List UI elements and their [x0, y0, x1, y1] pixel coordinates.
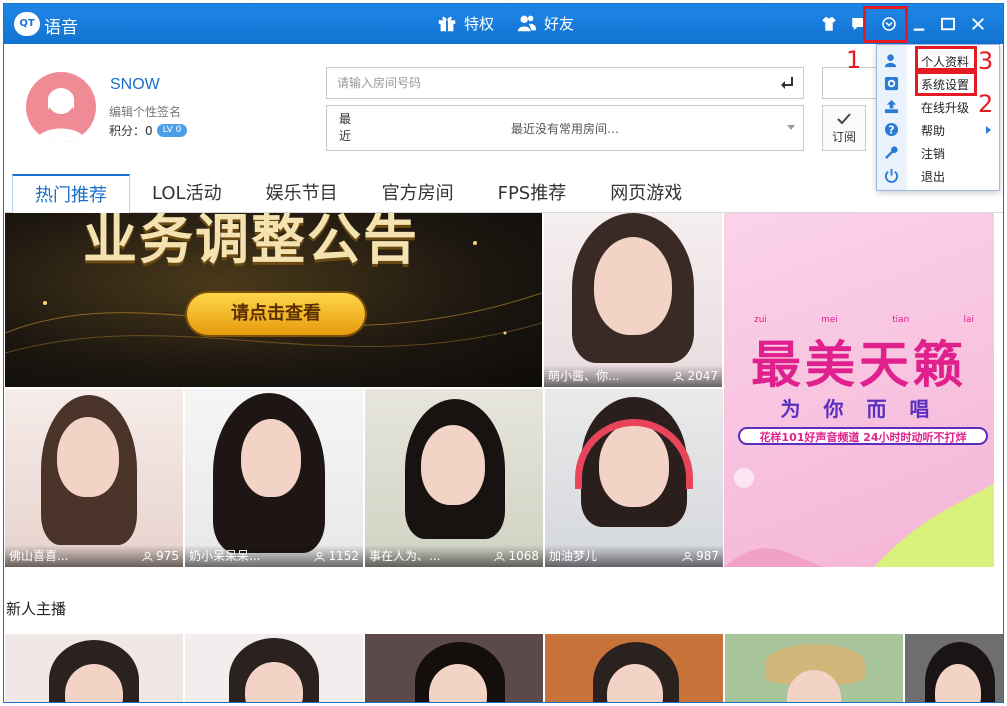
privilege-label: 特权 [464, 14, 495, 33]
viewer-count: 975 [142, 545, 179, 567]
menu-item-help[interactable]: ? 帮助 [877, 118, 999, 141]
menu-item-label: 退出 [921, 170, 946, 184]
viewer-count: 2047 [673, 365, 718, 387]
tab-lol[interactable]: LOL活动 [130, 174, 244, 214]
room-number-input[interactable] [327, 68, 757, 98]
person-icon [682, 551, 693, 561]
level-badge: LV 0 [156, 124, 188, 137]
anchor-tile[interactable] [545, 634, 723, 702]
anchor-tile[interactable] [5, 634, 183, 702]
room-tile[interactable]: 加油梦儿 987 [545, 389, 723, 567]
tile-caption: 加油梦儿 987 [545, 545, 723, 567]
svg-text:?: ? [889, 124, 895, 136]
app-window: QT 语音 特权 好友 SNOW 编辑个性签名 积分：0 LV 0 请输入房间号… [3, 3, 1004, 703]
tile-photo-face [421, 425, 485, 505]
tile-name: 奶小呆呆呆... [189, 549, 261, 563]
menu-item-label: 帮助 [921, 124, 946, 138]
tile-name: 加油梦儿 [549, 549, 598, 563]
person-icon [142, 551, 153, 561]
anchor-tile[interactable] [185, 634, 363, 702]
menu-item-label: 在线升级 [921, 101, 970, 115]
person-icon [314, 551, 325, 561]
upload-icon [884, 99, 899, 114]
room-tile[interactable]: 事在人为、... 1068 [365, 389, 543, 567]
tab-fps[interactable]: FPS推荐 [476, 174, 589, 214]
minimize-icon[interactable] [909, 14, 929, 34]
annotation-number-1: 1 [846, 46, 862, 74]
anchor-tile[interactable] [725, 634, 903, 702]
new-anchors-title: 新人主播 [6, 600, 67, 618]
viewer-count: 987 [682, 545, 719, 567]
tile-caption: 奶小呆呆呆... 1152 [185, 545, 363, 567]
username[interactable]: SNOW [110, 76, 160, 94]
score-row: 积分：0 LV 0 [109, 122, 188, 139]
friends-label: 好友 [544, 14, 575, 33]
gift-icon [438, 16, 456, 32]
tile-name: 佛山喜喜... [9, 549, 69, 563]
promo-tile[interactable]: zui mei tian lai 最美天籁 为 你 而 唱 花样101好声音频道 24… [724, 213, 994, 567]
menu-item-label: 注销 [921, 147, 946, 161]
tab-official[interactable]: 官方房间 [360, 174, 476, 214]
viewer-count: 1152 [314, 545, 359, 567]
friends-button[interactable]: 好友 [516, 12, 574, 34]
score-label: 积分：0 [109, 124, 153, 138]
tab-webgame[interactable]: 网页游戏 [588, 174, 704, 214]
menu-item-logout[interactable]: 注销 [877, 141, 999, 164]
recent-rooms-dropdown[interactable]: 最近 最近没有常用房间… [326, 105, 804, 151]
help-icon: ? [884, 122, 899, 136]
announcement-banner[interactable]: 业务调整公告 请点击查看 [5, 213, 542, 387]
tile-caption: 事在人为、... 1068 [365, 545, 543, 567]
signature-edit[interactable]: 编辑个性签名 [109, 103, 181, 120]
skin-icon[interactable] [819, 14, 839, 34]
promo-decoration [724, 468, 994, 567]
anchor-tile[interactable] [365, 634, 543, 702]
recent-rooms-text: 最近没有常用房间… [510, 122, 619, 136]
tile-caption: 萌小酱、你... 2047 [544, 365, 722, 387]
room-tile[interactable]: 萌小酱、你... 2047 [544, 213, 722, 387]
subscribe-button[interactable]: 订阅 [822, 105, 866, 151]
tile-name: 事在人为、... [369, 549, 441, 563]
room-tile[interactable]: 奶小呆呆呆... 1152 [185, 389, 363, 567]
annotation-number-3: 3 [978, 47, 994, 75]
enter-icon[interactable] [779, 75, 795, 91]
gear-icon [884, 76, 899, 91]
room-number-field[interactable] [326, 67, 804, 99]
user-icon [884, 54, 897, 68]
tile-photo-face [594, 237, 672, 335]
avatar[interactable] [26, 72, 96, 142]
friends-icon [517, 15, 537, 32]
maximize-icon[interactable] [938, 14, 958, 34]
tab-entertainment[interactable]: 娱乐节目 [244, 174, 360, 214]
menu-item-exit[interactable]: 退出 [877, 164, 999, 187]
tile-photo-face [241, 419, 301, 497]
chevron-right-icon [986, 126, 991, 134]
anchor-tile[interactable] [905, 634, 1003, 702]
viewer-count: 1068 [494, 545, 539, 567]
app-logo: QT [14, 12, 40, 36]
privilege-button[interactable]: 特权 [436, 12, 494, 34]
person-icon [494, 551, 505, 561]
tile-caption: 佛山喜喜... 975 [5, 545, 183, 567]
annotation-number-2: 2 [978, 90, 994, 118]
banner-headline: 业务调整公告 [83, 213, 419, 271]
category-tabs: 热门推荐 LOL活动 娱乐节目 官方房间 FPS推荐 网页游戏 [12, 174, 704, 214]
tile-photo-face [57, 417, 119, 497]
annotation-box-profile [915, 46, 977, 71]
chevron-down-icon[interactable] [787, 125, 795, 130]
check-icon [837, 113, 851, 125]
annotation-box-settings [915, 71, 977, 96]
subscribe-label: 订阅 [831, 130, 856, 144]
key-icon [885, 146, 898, 159]
power-icon [884, 168, 899, 183]
tab-hot[interactable]: 热门推荐 [12, 174, 130, 214]
app-name: 语音 [44, 18, 78, 38]
person-icon [673, 371, 684, 381]
close-icon[interactable] [968, 14, 988, 34]
banner-view-button[interactable]: 请点击查看 [187, 293, 365, 335]
tile-name: 萌小酱、你... [548, 369, 620, 383]
title-bar[interactable]: QT 语音 特权 好友 [4, 4, 1003, 44]
room-tile[interactable]: 佛山喜喜... 975 [5, 389, 183, 567]
annotation-box-menu-button [863, 6, 908, 43]
